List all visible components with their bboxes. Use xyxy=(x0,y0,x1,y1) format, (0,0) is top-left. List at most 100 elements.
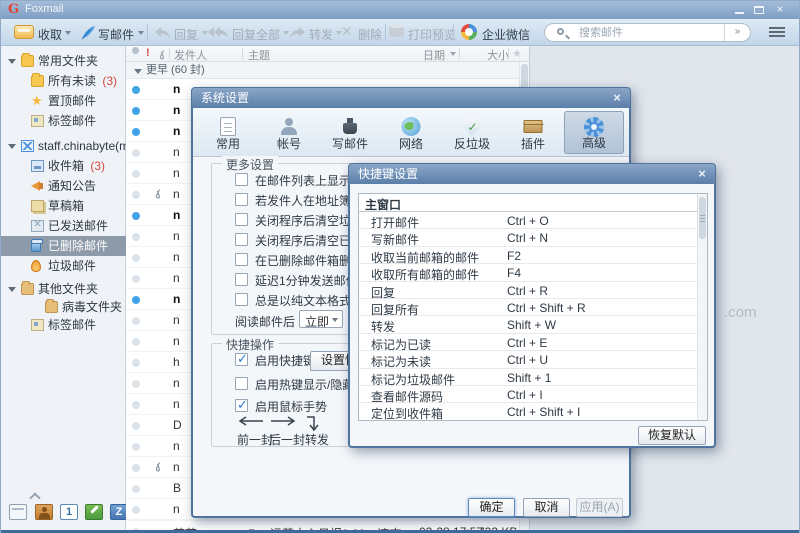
more-setting-7-checkbox[interactable] xyxy=(235,293,248,306)
tab-plugin[interactable]: 插件 xyxy=(503,111,563,154)
compose-dropdown-icon[interactable] xyxy=(138,31,144,35)
sidebar-item-3[interactable]: ★置顶邮件 xyxy=(1,91,126,111)
collapse-chevron-icon[interactable] xyxy=(31,492,39,500)
receive-button[interactable]: 收取 xyxy=(38,26,62,43)
sidebar-item-5[interactable]: staff.chinabyte(miaomi... xyxy=(1,136,126,156)
compose-button[interactable]: 写邮件 xyxy=(98,26,134,43)
settings-close-icon[interactable]: × xyxy=(609,90,625,106)
tab-account[interactable]: 帐号 xyxy=(259,111,319,154)
plugin-icon xyxy=(524,120,543,133)
sidebar-item-4[interactable]: 标签邮件 xyxy=(1,111,126,131)
group-label: 更早 (60 封) xyxy=(146,62,205,79)
shortcut-row[interactable]: 回复Ctrl + R xyxy=(359,282,697,299)
apply-button[interactable]: 应用(A) xyxy=(576,498,623,517)
compose-icon xyxy=(340,116,360,136)
expand-arrow-icon[interactable] xyxy=(8,144,16,149)
sidebar-item-9[interactable]: 已发送邮件 xyxy=(1,216,126,236)
close-button[interactable]: × xyxy=(773,2,787,16)
more-setting-5-checkbox[interactable] xyxy=(235,253,248,266)
shortcut-row[interactable]: 查看邮件源码Ctrl + I xyxy=(359,386,697,403)
shortcut-close-icon[interactable]: × xyxy=(694,166,710,182)
forward-button[interactable]: 转发 xyxy=(309,26,333,43)
tab-gear[interactable]: 高级 xyxy=(564,111,624,154)
shortcut-row[interactable]: 定位到收件箱Ctrl + Shift + I xyxy=(359,403,697,420)
tab-compose[interactable]: 写邮件 xyxy=(320,111,380,154)
shortcut-row[interactable]: 收取当前邮箱的邮件F2 xyxy=(359,247,697,264)
shortcut-keys: Shift + W xyxy=(507,318,556,332)
quick-op-3-checkbox[interactable] xyxy=(235,399,248,412)
print-preview-icon xyxy=(389,27,404,37)
gesture-label: 转发 xyxy=(305,431,329,448)
read-after-dropdown[interactable]: 立即 xyxy=(299,310,343,328)
shortcut-row[interactable]: 打开邮件Ctrl + O xyxy=(359,212,697,229)
reply-button[interactable]: 回复 xyxy=(174,26,198,43)
search-input[interactable] xyxy=(579,25,739,40)
contacts-tab-icon[interactable] xyxy=(35,504,53,520)
receive-dropdown-icon[interactable] xyxy=(65,31,71,35)
scrollbar-thumb[interactable] xyxy=(699,197,706,239)
more-setting-4-checkbox[interactable] xyxy=(235,233,248,246)
delete-button[interactable]: 删除 xyxy=(358,26,382,43)
expand-arrow-icon[interactable] xyxy=(8,59,16,64)
print-preview-button[interactable]: 打印预览 xyxy=(408,26,456,43)
restore-default-button[interactable]: 恢复默认 xyxy=(638,426,706,445)
ok-button[interactable]: 确定 xyxy=(468,498,515,517)
sidebar-item-2[interactable]: 所有未读 (3) xyxy=(1,71,126,91)
quick-op-2-checkbox[interactable] xyxy=(235,377,248,390)
shortcut-row[interactable]: 回复所有Ctrl + Shift + R xyxy=(359,299,697,316)
size-column-header[interactable]: 大小 xyxy=(487,47,509,63)
shortcut-row[interactable]: 标记为已读Ctrl + E xyxy=(359,334,697,351)
maximize-button[interactable] xyxy=(753,6,766,15)
sidebar-item-13[interactable]: 病毒文件夹 xyxy=(1,297,126,317)
sidebar-item-12[interactable]: 其他文件夹 xyxy=(1,279,126,299)
minimize-button[interactable] xyxy=(734,6,747,15)
more-setting-6-checkbox[interactable] xyxy=(235,273,248,286)
priority-column-header[interactable]: ! xyxy=(146,47,150,59)
search-box[interactable]: » xyxy=(544,23,751,42)
sender-column-header[interactable]: 发件人 xyxy=(174,47,207,63)
shortcut-row[interactable]: 转发Shift + W xyxy=(359,316,697,333)
sidebar-item-11[interactable]: 垃圾邮件 xyxy=(1,256,126,276)
tab-shield[interactable]: ✓反垃圾 xyxy=(442,111,502,154)
mail-sender-fragment: n xyxy=(173,292,180,306)
cancel-button[interactable]: 取消 xyxy=(523,498,570,517)
sidebar-item-6[interactable]: 收件箱 (3) xyxy=(1,156,126,176)
sidebar-item-14[interactable]: 标签邮件 xyxy=(1,315,126,335)
attachment-column-icon[interactable] xyxy=(157,48,166,60)
status-column-icon[interactable] xyxy=(132,47,139,54)
mail-sender-fragment: n xyxy=(173,208,180,222)
shortcut-dialog-titlebar[interactable]: 快捷键设置 × xyxy=(349,164,715,184)
search-expand-chevron-icon[interactable]: » xyxy=(724,24,750,41)
tab-label: 高级 xyxy=(565,134,623,151)
shortcut-row[interactable]: 标记为未读Ctrl + U xyxy=(359,351,697,368)
shortcut-row[interactable]: 收取所有邮箱的邮件F4 xyxy=(359,264,697,281)
shortcut-row[interactable]: 写新邮件Ctrl + N xyxy=(359,229,697,246)
sidebar-item-10[interactable]: 已删除邮件 xyxy=(1,236,126,256)
more-setting-3-checkbox[interactable] xyxy=(235,213,248,226)
calendar-tab-icon[interactable]: 1 xyxy=(60,504,78,520)
reply-all-button[interactable]: 回复全部 xyxy=(232,26,280,43)
tab-net[interactable]: 网络 xyxy=(381,111,441,154)
sidebar-item-1[interactable]: 常用文件夹 xyxy=(1,51,126,71)
group-collapse-icon[interactable] xyxy=(134,69,142,74)
shortcut-table: 主窗口打开邮件Ctrl + O写新邮件Ctrl + N收取当前邮箱的邮件F2收取… xyxy=(358,193,708,421)
tab-common[interactable]: 常用 xyxy=(198,111,258,154)
quick-op-1-checkbox[interactable] xyxy=(235,353,248,366)
expand-arrow-icon[interactable] xyxy=(8,287,16,292)
forward-icon xyxy=(289,25,307,39)
more-setting-2-checkbox[interactable] xyxy=(235,193,248,206)
shortcut-scrollbar[interactable] xyxy=(697,194,707,420)
sidebar-item-8[interactable]: 草稿箱 xyxy=(1,196,126,216)
mail-group-row[interactable]: 更早 (60 封) xyxy=(126,62,529,79)
notes-tab-icon[interactable] xyxy=(85,504,103,520)
list-view-icon[interactable] xyxy=(769,27,785,38)
wework-button[interactable]: 企业微信 xyxy=(482,26,530,43)
shortcut-row[interactable]: 标记为垃圾邮件Shift + 1 xyxy=(359,369,697,386)
star-column-header[interactable]: ★ xyxy=(512,47,522,60)
more-setting-1-checkbox[interactable] xyxy=(235,173,248,186)
settings-dialog-titlebar[interactable]: 系统设置 × xyxy=(192,88,630,108)
date-column-header[interactable]: 日期 xyxy=(423,47,445,63)
mail-tab-icon[interactable] xyxy=(9,504,27,520)
subject-column-header[interactable]: 主题 xyxy=(248,47,270,63)
sidebar-item-7[interactable]: 通知公告 xyxy=(1,176,126,196)
